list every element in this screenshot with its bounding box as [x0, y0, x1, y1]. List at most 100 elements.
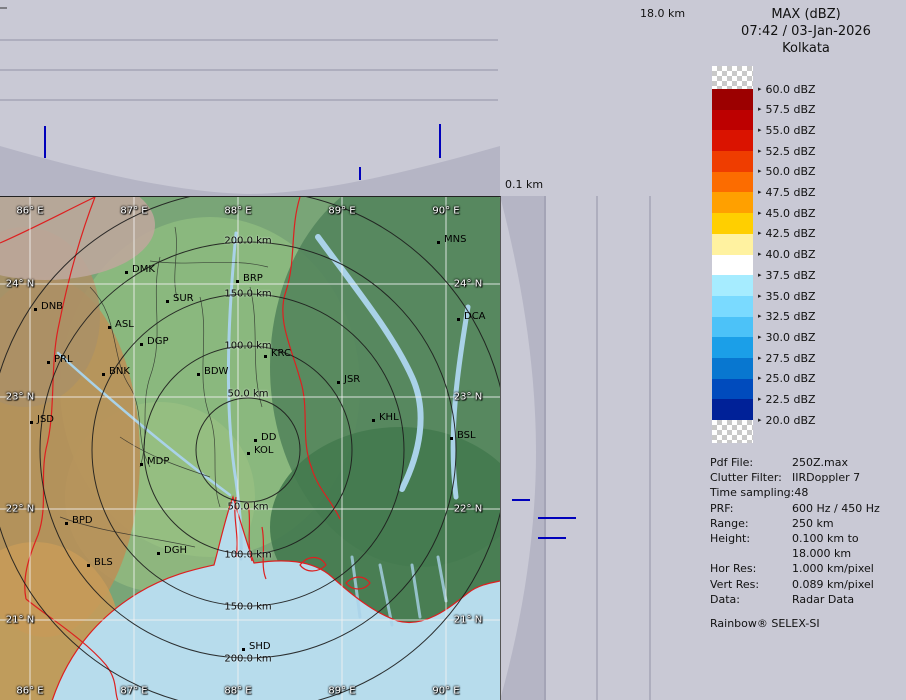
city-code: KOL: [254, 445, 273, 456]
city-code: MNS: [444, 234, 466, 245]
city-dot-icon: [140, 343, 143, 346]
station-name: Kolkata: [706, 40, 906, 57]
city-code: JSD: [37, 414, 54, 425]
legend-threshold-arrow-icon: ▸: [758, 189, 762, 196]
legend-label: ▸60.0 dBZ: [758, 83, 816, 96]
city-code: DNB: [41, 301, 63, 312]
legend-threshold-arrow-icon: ▸: [758, 375, 762, 382]
city-dot-icon: [197, 373, 200, 376]
legend-band: [712, 110, 753, 131]
legend-label: ▸42.5 dBZ: [758, 227, 816, 240]
legend-label: ▸22.5 dBZ: [758, 393, 816, 406]
legend-label: ▸40.0 dBZ: [758, 248, 816, 261]
city-dot-icon: [87, 564, 90, 567]
city-code: PRL: [54, 354, 73, 365]
city-code: BDW: [204, 366, 228, 377]
longitude-label: 86° E: [16, 206, 43, 217]
metadata-panel: Pdf File:250Z.maxClutter Filter:IIRDoppl…: [710, 455, 880, 631]
legend-labels: ▸60.0 dBZ▸57.5 dBZ▸55.0 dBZ▸52.5 dBZ▸50.…: [758, 66, 898, 466]
legend-band: [712, 379, 753, 400]
city-code: BNK: [109, 366, 130, 377]
longitude-label: 90° E: [432, 206, 459, 217]
legend-threshold-arrow-icon: ▸: [758, 127, 762, 134]
legend-label: ▸32.5 dBZ: [758, 310, 816, 323]
legend-threshold-arrow-icon: ▸: [758, 106, 762, 113]
city-dot-icon: [140, 463, 143, 466]
metadata-row: PRF:600 Hz / 450 Hz: [710, 501, 880, 516]
city-code: KRC: [271, 348, 291, 359]
height-max-label: 18.0 km: [640, 7, 685, 20]
software-brand: Rainbow® SELEX-SI: [710, 616, 880, 631]
product-header: MAX (dBZ) 07:42 / 03-Jan-2026 Kolkata: [706, 6, 906, 57]
range-ring-label: 150.0 km: [224, 289, 271, 300]
legend-threshold-arrow-icon: ▸: [758, 148, 762, 155]
legend-band: [712, 89, 753, 110]
legend-label: ▸55.0 dBZ: [758, 124, 816, 137]
latitude-label: 21° N: [6, 615, 34, 626]
latitude-label: 21° N: [454, 615, 482, 626]
range-ring-label: 100.0 km: [224, 550, 271, 561]
city-dot-icon: [254, 439, 257, 442]
longitude-label: 90° E: [432, 686, 459, 697]
dbz-color-legend: [712, 66, 753, 443]
product-name: MAX (dBZ): [706, 6, 906, 23]
city-code: DCA: [464, 311, 486, 322]
legend-transparent-above: [712, 66, 753, 89]
city-dot-icon: [125, 271, 128, 274]
city-code: KHL: [379, 412, 399, 423]
legend-band: [712, 337, 753, 358]
metadata-rows: Pdf File:250Z.maxClutter Filter:IIRDoppl…: [710, 455, 880, 607]
range-ring-label: 200.0 km: [224, 654, 271, 665]
legend-band: [712, 317, 753, 338]
city-dot-icon: [337, 381, 340, 384]
legend-band: [712, 130, 753, 151]
city-dot-icon: [247, 452, 250, 455]
legend-threshold-arrow-icon: ▸: [758, 210, 762, 217]
latitude-label: 24° N: [454, 279, 482, 290]
metadata-row: Height:0.100 km to: [710, 531, 880, 546]
range-ring-label: 50.0 km: [228, 389, 269, 400]
latitude-label: 24° N: [6, 279, 34, 290]
legend-label: ▸37.5 dBZ: [758, 269, 816, 282]
legend-band: [712, 255, 753, 276]
legend-band-column: [712, 89, 753, 420]
legend-threshold-arrow-icon: ▸: [758, 272, 762, 279]
legend-threshold-arrow-icon: ▸: [758, 417, 762, 424]
longitude-label: 87° E: [120, 206, 147, 217]
city-code: DD: [261, 432, 276, 443]
legend-band: [712, 358, 753, 379]
legend-band: [712, 399, 753, 420]
city-code: BPD: [72, 515, 93, 526]
legend-label: ▸30.0 dBZ: [758, 331, 816, 344]
height-min-label: 0.1 km: [505, 178, 543, 191]
legend-threshold-arrow-icon: ▸: [758, 396, 762, 403]
legend-band: [712, 213, 753, 234]
legend-label: ▸27.5 dBZ: [758, 352, 816, 365]
legend-label: ▸47.5 dBZ: [758, 186, 816, 199]
longitude-label: 89° E: [328, 686, 355, 697]
radar-display-window: 86° E86° E87° E87° E88° E88° E89° E89° E…: [0, 0, 906, 700]
city-dot-icon: [102, 373, 105, 376]
legend-threshold-arrow-icon: ▸: [758, 86, 762, 93]
city-dot-icon: [108, 326, 111, 329]
range-ring-label: 50.0 km: [228, 502, 269, 513]
map-overlays: 86° E86° E87° E87° E88° E88° E89° E89° E…: [0, 197, 500, 700]
legend-threshold-arrow-icon: ▸: [758, 313, 762, 320]
city-code: ASL: [115, 319, 134, 330]
legend-band: [712, 172, 753, 193]
legend-band: [712, 151, 753, 172]
metadata-row: 18.000 km: [710, 546, 880, 561]
product-datetime: 07:42 / 03-Jan-2026: [706, 23, 906, 40]
legend-threshold-arrow-icon: ▸: [758, 293, 762, 300]
longitude-label: 88° E: [224, 686, 251, 697]
city-dot-icon: [450, 437, 453, 440]
city-dot-icon: [242, 648, 245, 651]
legend-band: [712, 234, 753, 255]
city-dot-icon: [264, 355, 267, 358]
latitude-label: 22° N: [454, 504, 482, 515]
city-code: DGH: [164, 545, 187, 556]
legend-label: ▸50.0 dBZ: [758, 165, 816, 178]
radar-map[interactable]: 86° E86° E87° E87° E88° E88° E89° E89° E…: [0, 196, 501, 700]
metadata-row: Pdf File:250Z.max: [710, 455, 880, 470]
city-code: SUR: [173, 293, 194, 304]
